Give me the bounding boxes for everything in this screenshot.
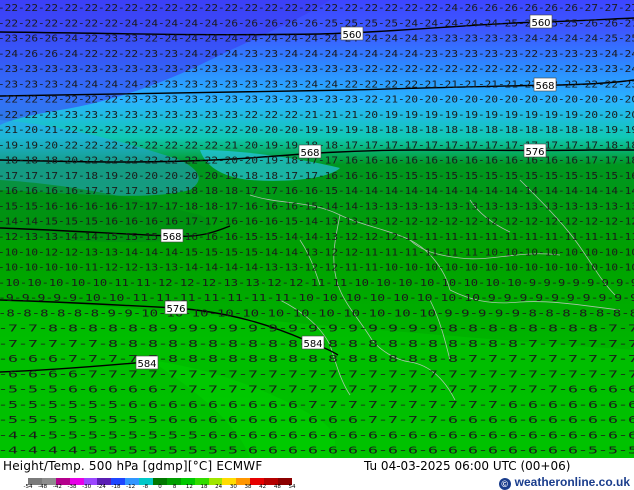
- color-scale-label: -42: [52, 484, 62, 490]
- contour-label-text: 576: [166, 304, 185, 315]
- color-scale-label: -18: [111, 484, 121, 490]
- color-scale-label: 12: [185, 484, 193, 490]
- temperature-row: -22-22-23-23-23-23-23-23-23-23-23-23-22-…: [0, 110, 634, 121]
- color-scale-label: 54: [288, 484, 296, 490]
- contour-label: 568: [160, 228, 184, 243]
- weather-map: -22-22-22-22-22-22-22-22-22-22-22-22-22-…: [0, 0, 634, 458]
- color-scale-label: -54: [23, 484, 33, 490]
- color-scale-label: 18: [200, 484, 208, 490]
- temperature-row: -4-4-5-5-5-5-5-5-5-5-6-6-6-6-6-6-6-6-6-6…: [0, 431, 634, 442]
- temperature-row: -4-4-4-4-5-5-5-5-5-5-5-5-6-6-6-6-6-6-6-6…: [0, 446, 634, 457]
- temperature-row: -23-23-23-23-23-23-23-23-23-23-23-23-23-…: [0, 64, 634, 75]
- temperature-row: -5-5-5-5-5-5-5-5-6-6-6-6-6-6-6-6-6-6-7-7…: [0, 415, 634, 426]
- contour-label-text: 576: [525, 147, 544, 158]
- contour-label-text: 584: [137, 359, 156, 370]
- temperature-row: -8-8-8-8-8-8-9-9-10-10-10-10-10-10-10-10…: [0, 308, 634, 319]
- temperature-row: -22-22-22-22-22-22-22-22-22-22-22-22-22-…: [0, 3, 634, 14]
- temperature-row: -17-17-17-17-18-19-20-20-20-20-20-19-18-…: [0, 171, 634, 182]
- temperature-row: -9-9-9-9-9-10-10-11-11-11-11-11-11-11-10…: [0, 293, 634, 304]
- color-scale-label: 0: [158, 484, 162, 490]
- color-scale-label: 30: [229, 484, 237, 490]
- temperature-row: -10-10-10-10-11-12-12-13-13-14-14-14-14-…: [0, 263, 634, 274]
- temperature-row: -24-26-26-24-22-22-22-23-23-24-24-24-23-…: [0, 49, 634, 60]
- contour-label: 560: [529, 14, 553, 29]
- valid-time: Tu 04-03-2025 06:00 UTC (00+06): [364, 459, 571, 473]
- color-scale-label: -38: [67, 484, 77, 490]
- temperature-row: -23-26-26-24-22-23-23-22-24-24-24-24-24-…: [0, 34, 634, 45]
- contour-label: 576: [523, 143, 547, 158]
- color-scale-label: 8: [172, 484, 177, 490]
- contour-label: 568: [298, 144, 322, 159]
- temperature-row: -15-15-16-16-16-16-17-17-17-18-18-17-16-…: [0, 202, 634, 213]
- color-scale-label: 42: [259, 484, 267, 490]
- contour-label: 576: [164, 300, 188, 315]
- copyright-link[interactable]: © weatheronline.co.uk: [498, 475, 630, 490]
- color-scale-label: -30: [82, 484, 92, 490]
- contour-label-text: 568: [300, 148, 319, 159]
- color-scale-label: 24: [215, 484, 223, 490]
- map-canvas: -22-22-22-22-22-22-22-22-22-22-22-22-22-…: [0, 0, 634, 458]
- contour-label-text: 560: [531, 18, 550, 29]
- temperature-row: -12-13-13-14-14-15-15-15-15-16-16-16-15-…: [0, 232, 634, 243]
- color-scale-labels: -54 -48 -42 -38 -30 -24 -18 -12 -8 0 8 12 18 24 30 38 42…: [18, 484, 308, 490]
- map-title: Height/Temp. 500 hPa [gdmp][°C] ECMWF: [3, 459, 263, 473]
- contour-label: 584: [301, 335, 325, 350]
- color-scale-label: -12: [126, 484, 136, 490]
- color-scale-label: 48: [273, 484, 281, 490]
- temperature-row: -5-5-5-5-5-5-6-6-6-6-6-6-6-6-6-7-7-7-7-7…: [0, 400, 634, 411]
- contour-label: 560: [340, 26, 364, 41]
- map-footer: Height/Temp. 500 hPa [gdmp][°C] ECMWF Tu…: [0, 458, 634, 490]
- color-scale-label: -8: [142, 484, 149, 490]
- color-scale-label: 38: [244, 484, 252, 490]
- copyright-icon: ©: [498, 478, 511, 490]
- copyright-text: weatheronline.co.uk: [514, 475, 630, 489]
- contour-label-text: 568: [162, 232, 181, 243]
- contour-label-text: 568: [535, 81, 554, 92]
- temperature-row: -22-22-22-22-22-22-23-23-23-23-23-23-23-…: [0, 95, 634, 106]
- temperature-row: -10-10-12-12-13-13-14-14-14-15-15-15-15-…: [0, 247, 634, 258]
- temperature-row: -14-14-15-15-15-16-16-16-16-17-17-16-16-…: [0, 217, 634, 228]
- temperature-row: -7-7-8-8-8-8-8-8-9-9-9-9-9-9-9-9-9-9-9-9…: [0, 324, 634, 335]
- temperature-row: -21-20-21-22-22-22-22-22-22-22-22-22-20-…: [0, 125, 634, 136]
- contour-label-text: 560: [342, 30, 361, 41]
- temperature-row: -6-6-6-7-7-7-7-7-8-8-8-8-8-8-8-8-8-8-8-8…: [0, 354, 634, 365]
- temperature-row: -6-6-6-6-7-7-7-7-7-7-7-7-7-7-7-7-7-7-7-7…: [0, 369, 634, 380]
- contour-label: 584: [135, 355, 159, 370]
- contour-label: 568: [533, 77, 557, 92]
- color-scale-label: -24: [96, 484, 106, 490]
- color-scale-label: -48: [38, 484, 48, 490]
- temperature-row: -5-5-5-6-6-6-6-6-7-7-7-7-7-7-7-7-7-7-7-7…: [0, 385, 634, 396]
- temperature-row: -16-16-16-16-17-17-17-18-18-18-18-18-17-…: [0, 186, 634, 197]
- contour-label-text: 584: [303, 339, 322, 350]
- temperature-row: -10-10-10-10-10-11-11-12-12-12-13-13-12-…: [0, 278, 634, 289]
